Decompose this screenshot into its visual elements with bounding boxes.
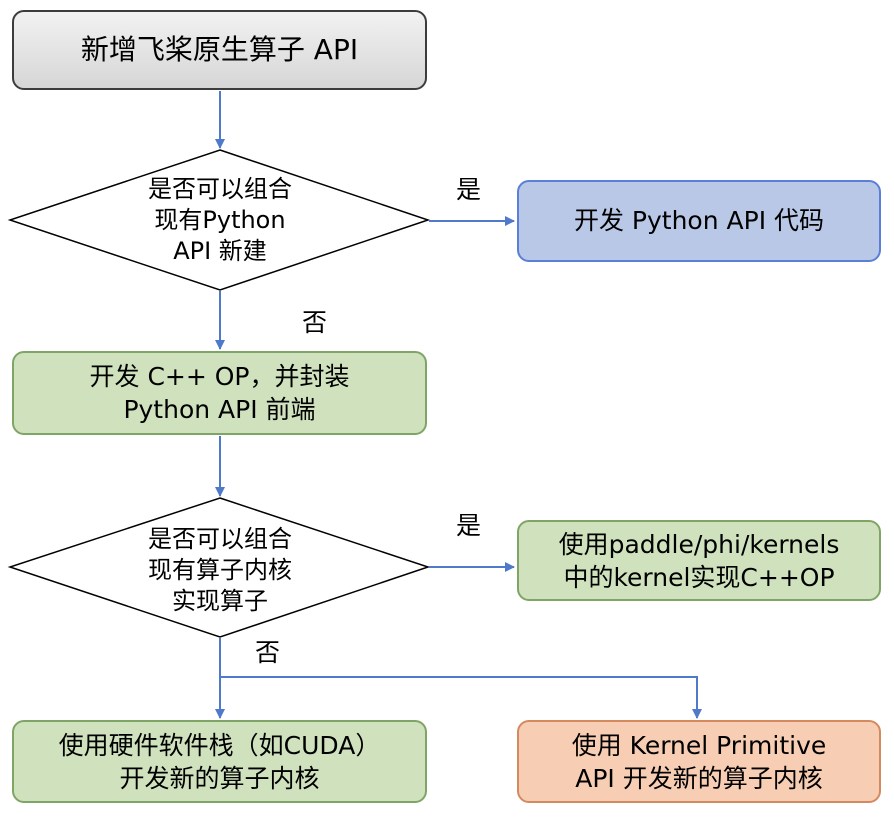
decision-kernel-line-3: 实现算子 [172, 586, 268, 615]
decision-python-text: 是否可以组合 现有Python API 新建 [60, 170, 380, 270]
phi-kernels-node: 使用paddle/phi/kernels 中的kernel实现C++OP [517, 520, 881, 601]
decision-kernel-text: 是否可以组合 现有算子内核 实现算子 [60, 520, 380, 620]
decision-python-line-2: 现有Python [154, 205, 286, 234]
decision-python-line-3: API 新建 [173, 236, 267, 265]
phi-kernels-line-2: 中的kernel实现C++OP [563, 562, 835, 592]
hardware-stack-node: 使用硬件软件栈（如CUDA） 开发新的算子内核 [12, 720, 427, 803]
edge-label-python-yes: 是 [456, 175, 482, 204]
edge-label-kernel-yes: 是 [456, 511, 482, 540]
hardware-stack-line-1: 使用硬件软件栈（如CUDA） [58, 730, 381, 760]
flowchart: 新增飞桨原生算子 API 是否可以组合 现有Python API 新建 开发 P… [0, 0, 894, 820]
edge-label-python-no: 否 [302, 308, 328, 337]
hardware-stack-line-2: 开发新的算子内核 [119, 763, 320, 793]
python-api-code-text: 开发 Python API 代码 [573, 206, 825, 235]
cpp-op-line-1: 开发 C++ OP，并封装 [89, 362, 350, 391]
cpp-op-line-2: Python API 前端 [123, 395, 316, 424]
kernel-primitive-line-2: API 开发新的算子内核 [575, 763, 823, 793]
arrow-branch-to-kernel-primitive [220, 676, 702, 719]
start-node: 新增飞桨原生算子 API [12, 10, 427, 90]
python-api-code-node: 开发 Python API 代码 [517, 180, 881, 262]
cpp-op-node: 开发 C++ OP，并封装 Python API 前端 [12, 351, 427, 435]
kernel-primitive-node: 使用 Kernel Primitive API 开发新的算子内核 [517, 720, 881, 803]
start-node-text: 新增飞桨原生算子 API [80, 33, 359, 66]
edge-label-kernel-no: 否 [255, 638, 281, 667]
decision-python-line-1: 是否可以组合 [148, 174, 292, 203]
phi-kernels-line-1: 使用paddle/phi/kernels [558, 529, 840, 559]
decision-kernel-line-1: 是否可以组合 [148, 524, 292, 553]
kernel-primitive-line-1: 使用 Kernel Primitive [571, 730, 827, 760]
decision-kernel-line-2: 现有算子内核 [148, 555, 292, 584]
